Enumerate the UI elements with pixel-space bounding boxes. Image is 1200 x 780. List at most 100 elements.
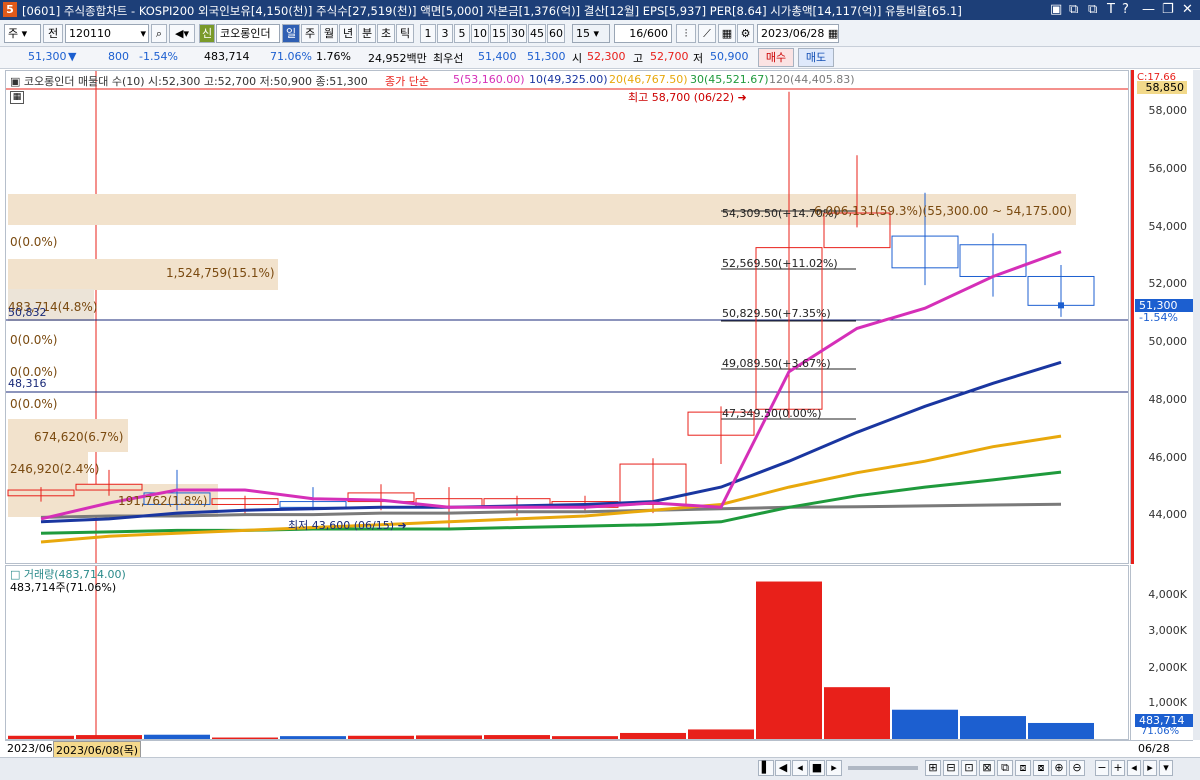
volume-bar: [620, 732, 686, 739]
tool-icon[interactable]: ⧇: [1033, 760, 1049, 776]
y-tick: 58,000: [1148, 104, 1188, 117]
vertical-scrollbar[interactable]: [1193, 70, 1200, 740]
gear-icon[interactable]: ⚙: [737, 24, 754, 43]
type-select[interactable]: 주 ▾: [4, 24, 41, 43]
scroll-right-icon[interactable]: ▸: [1143, 760, 1157, 776]
restore-icon[interactable]: ❐: [1162, 2, 1174, 17]
tool-icon[interactable]: ⊟: [943, 760, 959, 776]
high-value: 52,700: [650, 50, 689, 63]
price-chart-panel[interactable]: 최고 58,700 (06/22) ➜ 최저 43,600 (06/15) ➜ 54…: [5, 70, 1129, 564]
trend-icon[interactable]: ⟋: [698, 24, 716, 43]
interval-15[interactable]: 15: [490, 24, 508, 43]
scroll-left-icon[interactable]: ◂: [1127, 760, 1141, 776]
vol-tick: 4,000K: [1148, 588, 1187, 601]
price-chart[interactable]: 최고 58,700 (06/22) ➜최저 43,600 (06/15) ➜54…: [6, 71, 1129, 564]
help-icon[interactable]: ?: [1122, 2, 1129, 17]
legend-ma5: 5(53,160.00): [453, 73, 525, 86]
legend-ma10: 10(49,325.00): [529, 73, 608, 86]
period-week[interactable]: 주: [301, 24, 319, 43]
volume-bar: [892, 709, 958, 739]
interval-30[interactable]: 30: [509, 24, 527, 43]
fib-label: 47,349.50(0.00%): [722, 407, 822, 420]
high-annotation: 최고 58,700 (06/22) ➜: [628, 91, 747, 104]
tool-icon[interactable]: ⊠: [979, 760, 995, 776]
volume-chart[interactable]: [6, 566, 1129, 740]
tool-icon[interactable]: ⧈: [1015, 760, 1031, 776]
window-number-badge: 5: [3, 2, 17, 17]
zone-label: 246,920(2.4%): [10, 462, 99, 476]
tool-icon[interactable]: ⊡: [961, 760, 977, 776]
count-input[interactable]: 16/600: [614, 24, 672, 43]
zoom-in-icon[interactable]: +: [1111, 760, 1125, 776]
y-tick: 46,000: [1148, 451, 1188, 464]
low-label: 저: [693, 52, 704, 65]
chart-type-icon[interactable]: ⫶: [676, 24, 696, 43]
zone-label: 0(0.0%): [10, 235, 57, 249]
copy-icon[interactable]: ⧉: [1069, 2, 1078, 17]
down-arrow-icon: ▼: [68, 50, 77, 63]
volume-axis: 4,000K 3,000K 2,000K 1,000K 483,714 71.0…: [1130, 565, 1193, 740]
y-tick: 44,000: [1148, 508, 1188, 521]
table-icon[interactable]: ▦: [10, 91, 24, 104]
interval-5[interactable]: 5: [454, 24, 470, 43]
hline-label: 50,832: [8, 306, 47, 319]
date-input[interactable]: 2023/06/28 ▦: [757, 24, 839, 43]
y-tick: 52,000: [1148, 277, 1188, 290]
fib-label: 49,089.50(+3.67%): [722, 357, 831, 370]
tool-icon[interactable]: ⊕: [1051, 760, 1067, 776]
settings-icon[interactable]: ▾: [1159, 760, 1173, 776]
nav-prev-icon[interactable]: ◂: [792, 760, 808, 776]
zoom-slider[interactable]: [848, 766, 918, 770]
layout-icon[interactable]: ▦: [718, 24, 736, 43]
period-month[interactable]: 월: [320, 24, 338, 43]
nav-next-icon[interactable]: ▸: [826, 760, 842, 776]
interval-45[interactable]: 45: [528, 24, 546, 43]
legend-main: ▣ 코오롱인더 매물대 수(10) 시:52,300 고:52,700 저:50…: [10, 75, 368, 88]
period-day[interactable]: 일: [282, 24, 300, 43]
close-icon[interactable]: ✕: [1182, 2, 1193, 17]
open-label: 시: [572, 52, 583, 65]
period-year[interactable]: 년: [339, 24, 357, 43]
code-input[interactable]: 120110 ▾: [65, 24, 149, 43]
volume-value: 483,714: [204, 50, 250, 63]
interval-60[interactable]: 60: [547, 24, 565, 43]
interval-select[interactable]: 15 ▾: [572, 24, 610, 43]
sell-button[interactable]: 매도: [798, 48, 834, 67]
nav-prev-page-icon[interactable]: ◀: [775, 760, 791, 776]
period-tick[interactable]: 틱: [396, 24, 414, 43]
volume-bar: [960, 716, 1026, 739]
period-second[interactable]: 초: [377, 24, 395, 43]
nav-first-icon[interactable]: ▌: [758, 760, 774, 776]
all-button[interactable]: 전: [43, 24, 63, 43]
current-pct-tag: -1.54%: [1139, 311, 1178, 324]
interval-3[interactable]: 3: [437, 24, 453, 43]
tool-icon[interactable]: ⊖: [1069, 760, 1085, 776]
tool-icon[interactable]: ⊞: [925, 760, 941, 776]
zone-label: 674,620(6.7%): [34, 430, 123, 444]
close-marker: [1058, 302, 1064, 309]
vol-tick: 1,000K: [1148, 696, 1187, 709]
period-minute[interactable]: 분: [358, 24, 376, 43]
y-tick: 54,000: [1148, 220, 1188, 233]
zoom-out-icon[interactable]: −: [1095, 760, 1109, 776]
volume-bar: [824, 687, 890, 739]
volume-ratio: 71.06%: [270, 50, 312, 63]
volume-bar: [756, 581, 822, 739]
search-icon[interactable]: ⌕: [151, 24, 167, 43]
pin-icon[interactable]: ▣: [1050, 2, 1062, 17]
volume-panel[interactable]: □ 거래량(483,714.00) 483,714주(71.06%): [5, 565, 1129, 740]
font-icon[interactable]: T: [1107, 2, 1115, 17]
y-tick: 56,000: [1148, 162, 1188, 175]
range-bar: [1131, 70, 1134, 564]
legend-ma120: 120(44,405.83): [769, 73, 855, 86]
interval-1[interactable]: 1: [420, 24, 436, 43]
sound-icon[interactable]: ◀▾: [169, 24, 195, 43]
tool-icon[interactable]: ⧉: [997, 760, 1013, 776]
link-icon[interactable]: ⧉: [1088, 2, 1097, 17]
interval-10[interactable]: 10: [471, 24, 489, 43]
nav-stop-icon[interactable]: ■: [809, 760, 825, 776]
top-price-tag: 58,850: [1137, 81, 1187, 94]
minimize-icon[interactable]: —: [1142, 2, 1155, 17]
y-tick: 50,000: [1148, 335, 1188, 348]
buy-button[interactable]: 매수: [758, 48, 794, 67]
